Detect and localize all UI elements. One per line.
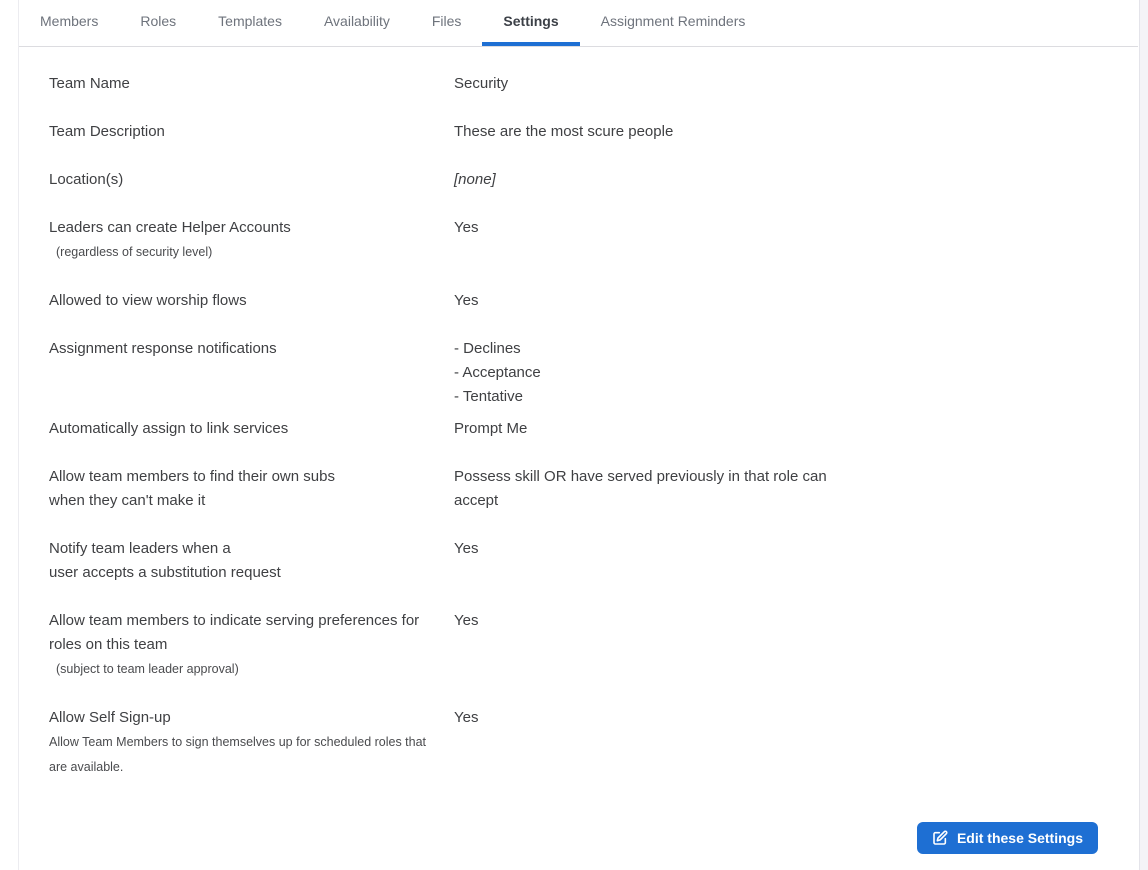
setting-label: Team Description <box>49 120 454 144</box>
setting-value: Yes <box>454 609 1108 682</box>
setting-value: Yes <box>454 706 1108 780</box>
settings-footer: Edit these Settings <box>19 822 1138 854</box>
team-tab-bar: Members Roles Templates Availability Files Se… <box>19 0 1138 47</box>
setting-value: Yes <box>454 537 1108 585</box>
edit-these-settings-button[interactable]: Edit these Settings <box>916 822 1098 854</box>
setting-value-line: Security <box>454 75 509 92</box>
setting-label-line: user accepts a substitution request <box>49 564 281 581</box>
settings-row: Allowed to view worship flows Yes <box>49 289 1108 313</box>
settings-row: Allow team members to find their own sub… <box>49 465 1108 513</box>
settings-table: Team Name Security Team Description These a… <box>19 47 1138 780</box>
setting-label-line: Automatically assign to link services <box>49 420 289 437</box>
setting-value: Possess skill OR have served previously … <box>454 465 1108 513</box>
setting-note-line: (subject to team leader approval) <box>56 662 239 676</box>
settings-row: Automatically assign to link services Pro… <box>49 417 1108 441</box>
setting-label: Automatically assign to link services <box>49 417 454 441</box>
settings-row: Notify team leaders when a user accepts a… <box>49 537 1108 585</box>
setting-value-line: Yes <box>454 709 479 726</box>
setting-label-line: Notify team leaders when a <box>49 540 231 557</box>
setting-label: Allow team members to indicate serving p… <box>49 609 454 682</box>
setting-label: Assignment response notifications <box>49 337 454 409</box>
setting-label: Allow Self Sign-up Allow Team Members to … <box>49 706 454 780</box>
setting-value-line: Yes <box>454 292 479 309</box>
setting-label-line: Allowed to view worship flows <box>49 292 247 309</box>
tab-availability[interactable]: Availability <box>303 0 411 46</box>
setting-value-line: These are the most scure people <box>454 123 674 140</box>
team-settings-card: Members Roles Templates Availability Files Se… <box>18 0 1138 870</box>
tab-roles[interactable]: Roles <box>119 0 197 46</box>
setting-value: Security <box>454 72 1108 96</box>
setting-value: - Declines - Acceptance - Tentative <box>454 337 1108 409</box>
setting-label: Leaders can create Helper Accounts (regar… <box>49 216 454 265</box>
right-rail <box>1139 0 1148 870</box>
tab-assignment-reminders[interactable]: Assignment Reminders <box>580 0 767 46</box>
setting-label: Team Name <box>49 72 454 96</box>
setting-label-line: roles on this team <box>49 636 168 653</box>
settings-row: Leaders can create Helper Accounts (regar… <box>49 216 1108 265</box>
settings-row: Team Name Security <box>49 72 1108 96</box>
setting-note-line: Allow Team Members to sign themselves up… <box>49 735 427 749</box>
setting-label: Location(s) <box>49 168 454 192</box>
setting-value-line: - Tentative <box>454 388 523 405</box>
tab-templates[interactable]: Templates <box>197 0 303 46</box>
tab-files[interactable]: Files <box>411 0 483 46</box>
setting-note-line: are available. <box>49 760 124 774</box>
setting-value: Yes <box>454 216 1108 265</box>
settings-row: Allow team members to indicate serving p… <box>49 609 1108 682</box>
setting-label-line: Assignment response notifications <box>49 340 277 357</box>
edit-these-settings-label: Edit these Settings <box>956 830 1083 846</box>
setting-value: Yes <box>454 289 1108 313</box>
setting-label-line: Allow Self Sign-up <box>49 709 171 726</box>
setting-label-line: Team Name <box>49 75 130 92</box>
setting-value-line: [none] <box>454 171 496 188</box>
setting-value: These are the most scure people <box>454 120 1108 144</box>
settings-row: Assignment response notifications - Decli… <box>49 337 1108 409</box>
setting-value-line: Possess skill OR have served previously … <box>454 468 827 485</box>
setting-label-line: when they can't make it <box>49 492 206 509</box>
setting-label-line: Leaders can create Helper Accounts <box>49 219 291 236</box>
setting-note-line: (regardless of security level) <box>56 245 213 259</box>
setting-label: Allow team members to find their own sub… <box>49 465 454 513</box>
setting-label-line: Location(s) <box>49 171 124 188</box>
setting-value-line: Prompt Me <box>454 420 528 437</box>
setting-value-line: - Declines <box>454 340 521 357</box>
setting-label-line: Team Description <box>49 123 165 140</box>
pencil-square-icon <box>932 830 948 846</box>
tab-members[interactable]: Members <box>19 0 119 46</box>
setting-value-line: accept <box>454 492 499 509</box>
setting-label-line: Allow team members to indicate serving p… <box>49 612 420 629</box>
setting-value: [none] <box>454 168 1108 192</box>
setting-value-line: - Acceptance <box>454 364 541 381</box>
setting-label: Notify team leaders when a user accepts a… <box>49 537 454 585</box>
setting-value-line: Yes <box>454 612 479 629</box>
setting-value-line: Yes <box>454 540 479 557</box>
tab-settings[interactable]: Settings <box>482 0 580 46</box>
setting-value-line: Yes <box>454 219 479 236</box>
setting-label: Allowed to view worship flows <box>49 289 454 313</box>
setting-label-line: Allow team members to find their own sub… <box>49 468 335 485</box>
settings-row: Location(s) [none] <box>49 168 1108 192</box>
settings-row: Team Description These are the most scure… <box>49 120 1108 144</box>
settings-row: Allow Self Sign-up Allow Team Members to … <box>49 706 1108 780</box>
setting-value: Prompt Me <box>454 417 1108 441</box>
